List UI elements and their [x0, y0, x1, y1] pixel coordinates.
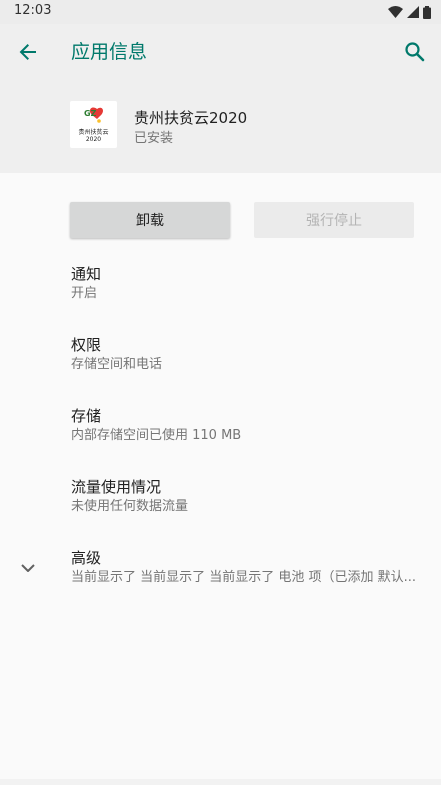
- settings-item-advanced[interactable]: 高级 当前显示了 当前显示了 当前显示了 电池 项（已添加 默认...: [71, 548, 437, 587]
- status-time: 12:03: [14, 3, 52, 18]
- search-icon: [405, 42, 425, 62]
- chevron-down-icon[interactable]: [18, 558, 38, 578]
- app-icon-caption-line1: 贵州扶贫云: [78, 129, 109, 136]
- search-button[interactable]: [401, 38, 429, 66]
- wifi-icon: [388, 6, 403, 18]
- settings-item-title: 流量使用情况: [71, 478, 162, 496]
- settings-item-subtitle: 存储空间和电话: [71, 357, 163, 372]
- settings-item-title: 通知: [71, 265, 102, 283]
- settings-item-notifications[interactable]: 通知 开启: [71, 264, 431, 303]
- settings-item-subtitle: 当前显示了 当前显示了 当前显示了 电池 项（已添加 默认...: [71, 570, 417, 585]
- app-logo-icon: GZ: [84, 107, 104, 123]
- app-install-status: 已安装: [134, 131, 174, 146]
- settings-item-permissions[interactable]: 权限 存储空间和电话: [71, 335, 431, 374]
- settings-item-title: 权限: [71, 336, 102, 354]
- bottom-edge: [0, 779, 441, 785]
- signal-icon: [407, 6, 419, 18]
- settings-item-title: 存储: [71, 407, 102, 425]
- page-title: 应用信息: [71, 41, 148, 63]
- status-icons: [388, 5, 431, 19]
- back-button[interactable]: [14, 38, 42, 66]
- app-name: 贵州扶贫云2020: [134, 109, 248, 127]
- app-icon: GZ 贵州扶贫云 2020: [70, 101, 117, 148]
- settings-item-subtitle: 未使用任何数据流量: [71, 499, 189, 514]
- settings-item-storage[interactable]: 存储 内部存储空间已使用 110 MB: [71, 406, 431, 445]
- settings-item-title: 高级: [71, 549, 102, 567]
- settings-item-data-usage[interactable]: 流量使用情况 未使用任何数据流量: [71, 477, 431, 516]
- app-header: GZ 贵州扶贫云 2020 贵州扶贫云2020 已安装: [0, 80, 441, 173]
- arrow-left-icon: [19, 44, 36, 60]
- battery-icon: [423, 5, 431, 19]
- uninstall-button[interactable]: 卸载: [70, 202, 230, 238]
- settings-item-subtitle: 内部存储空间已使用 110 MB: [71, 428, 242, 443]
- app-icon-caption: 贵州扶贫云 2020: [70, 129, 117, 143]
- settings-item-subtitle: 开启: [71, 286, 98, 301]
- status-bar: 12:03: [0, 0, 441, 24]
- app-bar: 应用信息: [0, 24, 441, 80]
- app-icon-caption-line2: 2020: [85, 136, 102, 143]
- force-stop-button[interactable]: 强行停止: [254, 202, 414, 238]
- app-logo-text: GZ: [84, 109, 97, 118]
